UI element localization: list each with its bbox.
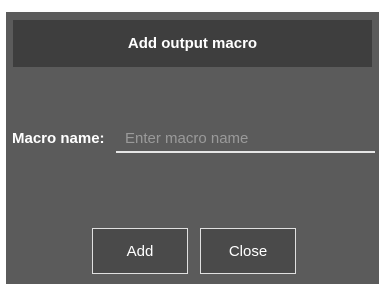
add-button[interactable]: Add [92,228,188,274]
macro-name-input[interactable] [116,125,375,153]
dialog-title: Add output macro [127,35,258,52]
close-button[interactable]: Close [200,228,296,274]
dialog-title-bar: Add output macro [13,20,372,67]
macro-name-label: Macro name: [12,130,105,147]
add-output-macro-dialog: Add output macro Macro name: Add Close [6,12,379,284]
